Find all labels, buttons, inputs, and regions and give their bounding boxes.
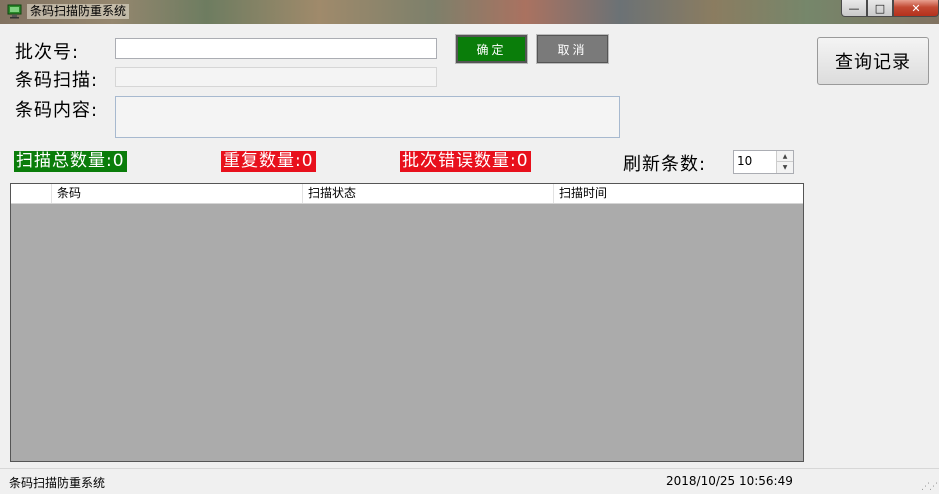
grid-header-rowselector[interactable]: [11, 184, 51, 203]
stepper-down-icon[interactable]: ▼: [777, 162, 793, 173]
query-records-label: 查询记录: [835, 52, 911, 73]
batch-label: 批次号:: [15, 42, 80, 63]
grid-header: 条码 扫描状态 扫描时间: [11, 184, 803, 204]
barcode-content-label: 条码内容:: [15, 100, 99, 121]
status-datetime: 2018/10/25 10:56:49: [666, 474, 793, 488]
window-controls: — □ ✕: [841, 0, 939, 17]
records-grid[interactable]: 条码 扫描状态 扫描时间: [10, 183, 804, 462]
maximize-icon: □: [874, 1, 886, 15]
status-bar: 条码扫描防重系统 2018/10/25 10:56:49 ⋰⋰: [0, 468, 939, 494]
minimize-button[interactable]: —: [841, 0, 867, 17]
refresh-count-stepper[interactable]: 10 ▲ ▼: [733, 150, 794, 174]
total-scanned-badge: 扫描总数量:0: [14, 151, 127, 172]
window-title: 条码扫描防重系统: [27, 4, 130, 19]
grid-header-scan-time[interactable]: 扫描时间: [553, 184, 803, 203]
stepper-up-icon[interactable]: ▲: [777, 151, 793, 162]
grid-header-scan-status[interactable]: 扫描状态: [302, 184, 553, 203]
resize-grip-icon[interactable]: ⋰⋰: [921, 482, 938, 492]
ok-button-label: 确定: [476, 42, 507, 57]
minimize-icon: —: [848, 1, 860, 15]
app-monitor-icon: [7, 4, 22, 19]
title-bar[interactable]: 条码扫描防重系统 — □ ✕: [0, 0, 939, 24]
barcode-scan-label: 条码扫描:: [15, 70, 99, 91]
cancel-button-label: 取消: [557, 42, 588, 57]
stepper-arrows: ▲ ▼: [776, 151, 793, 173]
ok-button[interactable]: 确定: [455, 34, 528, 64]
barcode-content-textarea[interactable]: [115, 96, 620, 138]
close-button[interactable]: ✕: [893, 0, 939, 17]
refresh-count-value[interactable]: 10: [737, 154, 752, 168]
query-records-button[interactable]: 查询记录: [817, 37, 929, 85]
batch-input[interactable]: [115, 38, 437, 59]
duplicate-count-badge: 重复数量:0: [221, 151, 316, 172]
cancel-button[interactable]: 取消: [536, 34, 609, 64]
batch-error-badge: 批次错误数量:0: [400, 151, 531, 172]
barcode-scan-input[interactable]: [115, 67, 437, 87]
refresh-count-label: 刷新条数:: [623, 154, 707, 175]
status-app-name: 条码扫描防重系统: [9, 476, 106, 490]
close-icon: ✕: [911, 1, 921, 15]
maximize-button[interactable]: □: [867, 0, 893, 17]
grid-header-barcode[interactable]: 条码: [51, 184, 302, 203]
